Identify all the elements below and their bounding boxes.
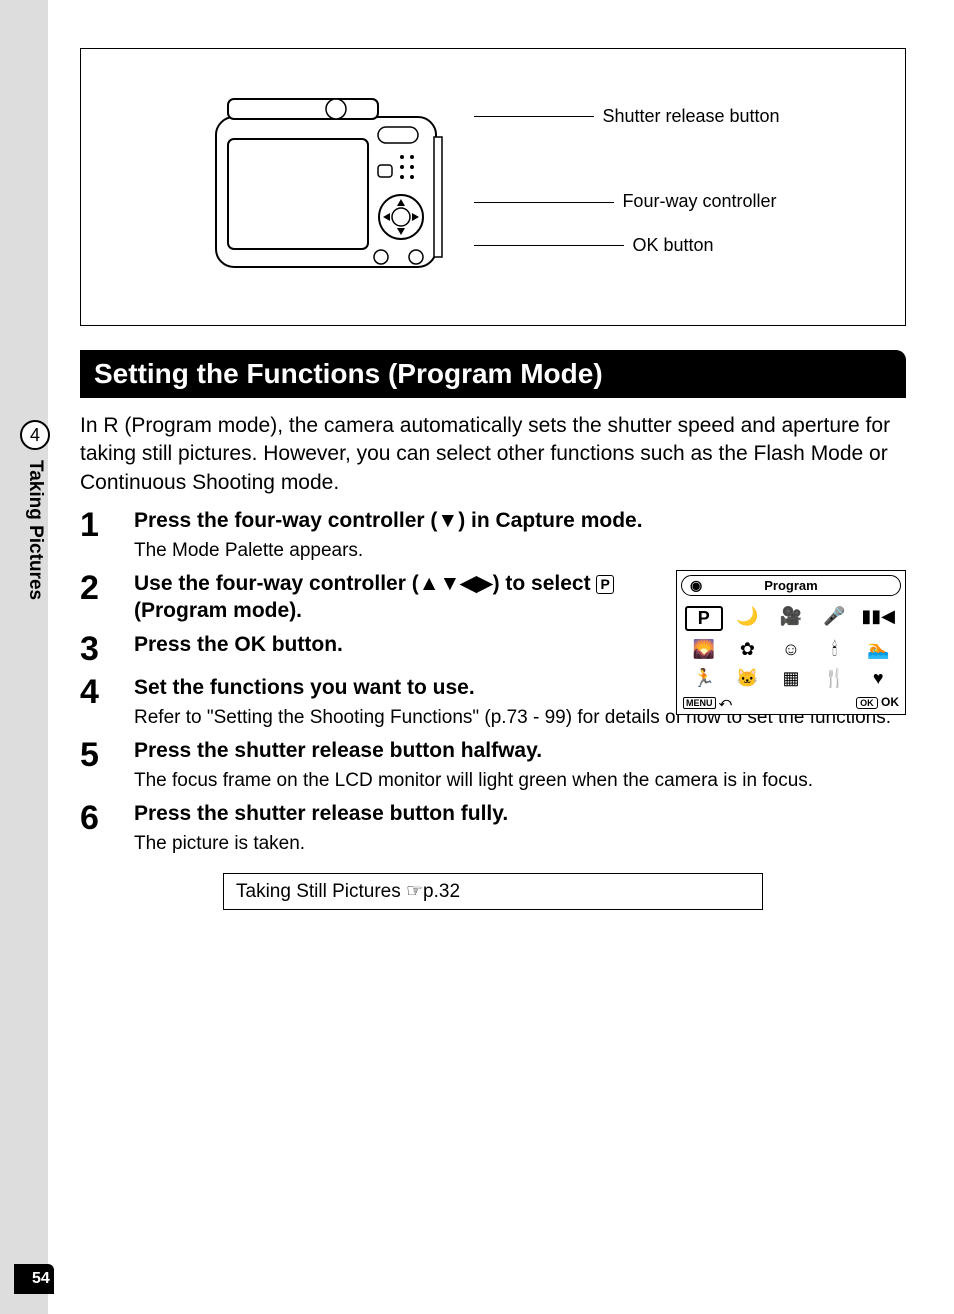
callout-fourway: Four-way controller — [474, 189, 779, 214]
ok-text: OK — [881, 695, 899, 709]
palette-candle-icon: 🕯 — [816, 639, 854, 660]
camera-icon: ◉ — [690, 577, 702, 594]
palette-night-icon: 🌙 — [729, 606, 767, 631]
step-1: 1 Press the four-way controller (▼) in C… — [80, 507, 906, 564]
callout-shutter: Shutter release button — [474, 104, 779, 129]
palette-food-icon: 🍴 — [816, 668, 854, 689]
step-5: 5 Press the shutter release button halfw… — [80, 737, 906, 794]
palette-frame-icon: ♥ — [859, 668, 897, 689]
step-number: 5 — [80, 737, 134, 794]
step-title: Press the shutter release button halfway… — [134, 737, 906, 764]
chapter-side-tab: 4 Taking Pictures — [20, 420, 70, 600]
step-6: 6 Press the shutter release button fully… — [80, 800, 906, 857]
page-number: 54 — [14, 1264, 54, 1294]
callout-label: OK button — [632, 233, 713, 258]
step-title-post: (Program mode). — [134, 599, 302, 622]
page-content: Shutter release button Four-way controll… — [80, 48, 906, 910]
palette-text-icon: ▦ — [772, 668, 810, 689]
back-arrow-icon: ⤺ — [719, 695, 732, 709]
steps-list: 1 Press the four-way controller (▼) in C… — [80, 507, 906, 857]
chapter-number-badge: 4 — [20, 420, 50, 450]
palette-portrait-icon: ✿ — [729, 639, 767, 660]
step-desc: The picture is taken. — [134, 831, 906, 857]
step-title: Use the four-way controller (▲▼◀▶) to se… — [134, 570, 624, 625]
step-desc: The Mode Palette appears. — [134, 538, 906, 564]
step-title: Press the four-way controller (▼) in Cap… — [134, 507, 906, 534]
callout-label: Shutter release button — [602, 104, 779, 129]
step-title: Press the shutter release button fully. — [134, 800, 906, 827]
palette-voice-icon: 🎤 — [816, 606, 854, 631]
step-number: 3 — [80, 631, 134, 668]
palette-flower-icon: 🌄 — [685, 639, 723, 660]
camera-illustration — [206, 87, 466, 287]
palette-sport-icon: 🏃 — [685, 668, 723, 689]
step-number: 2 — [80, 570, 134, 625]
camera-diagram-box: Shutter release button Four-way controll… — [80, 48, 906, 326]
section-heading: Setting the Functions (Program Mode) — [80, 350, 906, 398]
left-gutter — [0, 0, 48, 1314]
palette-title: Program — [764, 578, 817, 593]
palette-face-icon: ☺ — [772, 639, 810, 660]
chapter-title-vertical: Taking Pictures — [24, 460, 46, 600]
palette-landscape-icon: ▮▮◀ — [859, 606, 897, 631]
callout-label: Four-way controller — [622, 189, 776, 214]
palette-pet-icon: 🐱 — [729, 668, 767, 689]
palette-header: ◉ Program — [681, 575, 901, 596]
step-desc: The focus frame on the LCD monitor will … — [134, 768, 906, 794]
step-2: 2 Use the four-way controller (▲▼◀▶) to … — [80, 570, 906, 625]
step-number: 6 — [80, 800, 134, 857]
program-mode-icon: P — [596, 575, 613, 594]
palette-footer: MENU ⤺ OK OK — [677, 693, 905, 714]
palette-movie-icon: 🎥 — [772, 606, 810, 631]
step-number: 1 — [80, 507, 134, 564]
mode-palette-screen: ◉ Program P 🌙 🎥 🎤 ▮▮◀ 🌄 ✿ ☺ 🕯 🏊 🏃 🐱 — [676, 570, 906, 715]
palette-program-icon: P — [685, 606, 723, 631]
menu-button-label: MENU — [683, 697, 716, 709]
ok-button-label: OK — [856, 697, 878, 709]
cross-reference-box: Taking Still Pictures ☞p.32 — [223, 873, 763, 910]
step-number: 4 — [80, 674, 134, 731]
step-title-pre: Use the four-way controller (▲▼◀▶) to se… — [134, 572, 596, 595]
palette-marine-icon: 🏊 — [859, 639, 897, 660]
intro-paragraph: In R (Program mode), the camera automati… — [80, 412, 906, 497]
callout-ok: OK button — [474, 233, 779, 258]
palette-icon-grid: P 🌙 🎥 🎤 ▮▮◀ 🌄 ✿ ☺ 🕯 🏊 🏃 🐱 ▦ 🍴 ♥ — [677, 600, 905, 693]
